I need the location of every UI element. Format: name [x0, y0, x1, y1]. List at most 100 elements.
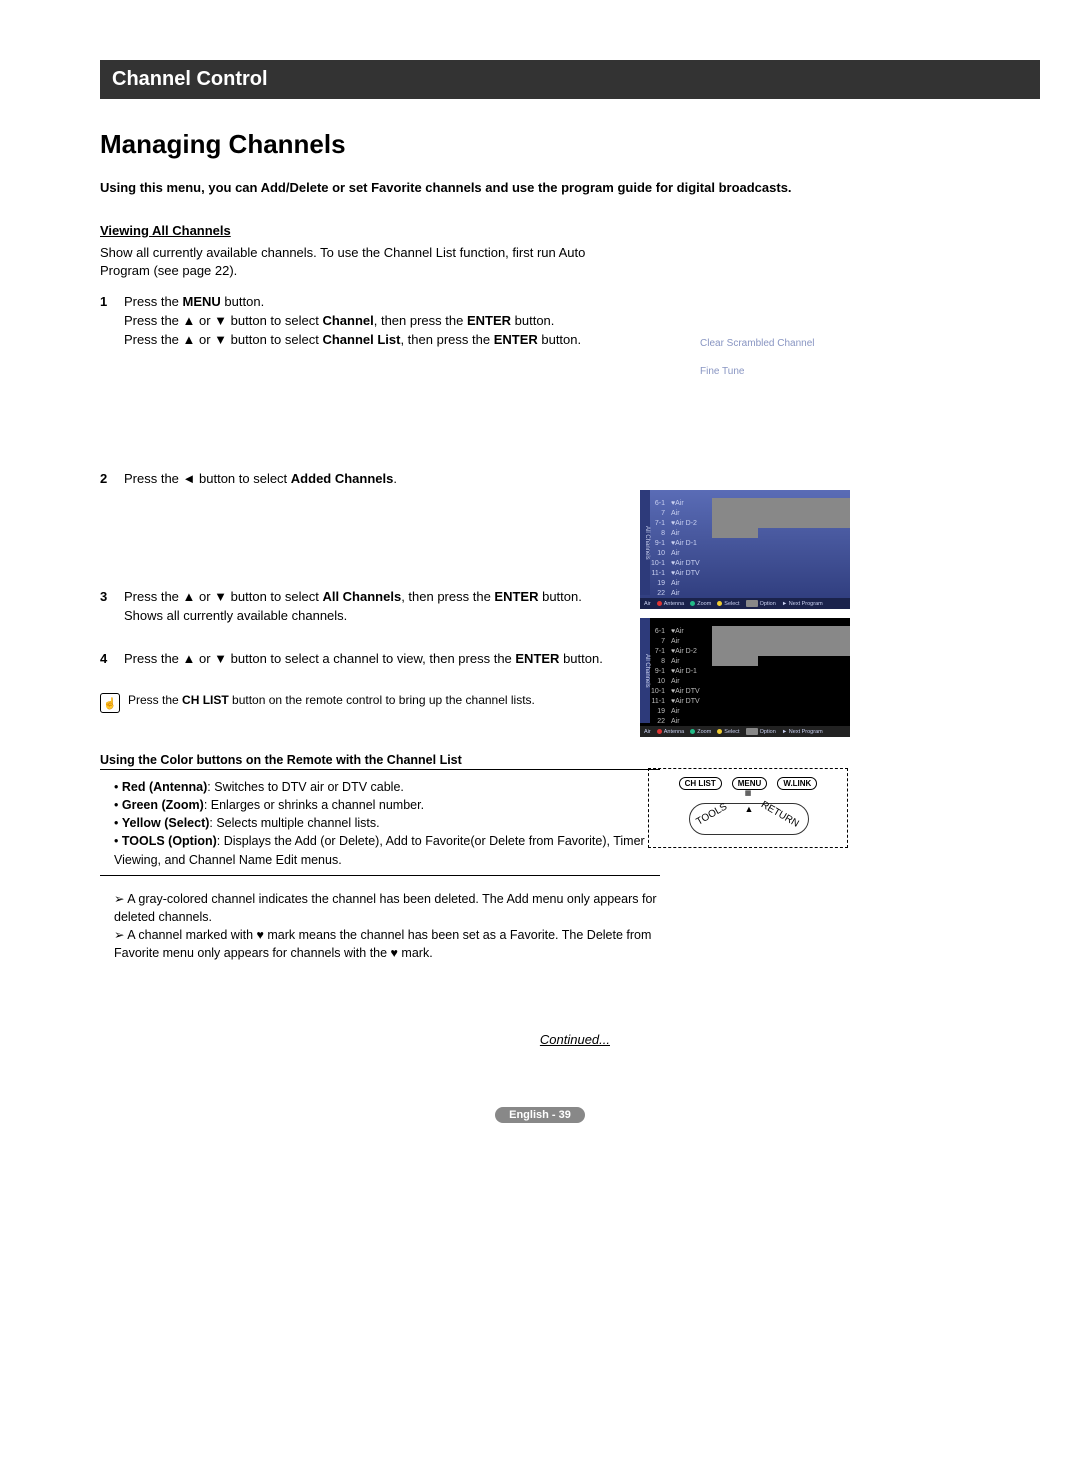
color-heading: Using the Color buttons on the Remote wi… [100, 753, 660, 767]
thumb [712, 528, 758, 538]
t: ENTER [467, 313, 511, 328]
thumb [758, 518, 804, 528]
t: Option [760, 601, 776, 607]
t: All Channels [322, 589, 401, 604]
menu-preview: Clear Scrambled Channel Fine Tune [700, 330, 815, 386]
thumb [712, 646, 758, 656]
ch-name: Air [668, 636, 712, 646]
list-item: TOOLS (Option): Displays the Add (or Del… [114, 832, 660, 868]
tv-screenshot-added: All Channels 6-1♥Air 7Air 7-1♥Air D-2 8A… [640, 490, 850, 609]
divider [100, 769, 660, 770]
divider [100, 875, 660, 876]
page-footer: English - 39 [40, 1107, 1040, 1123]
tv-footer: Air Antenna Zoom Select Option ► Next Pr… [640, 726, 850, 737]
t: button on the remote control to bring up… [229, 693, 535, 707]
list-item: A channel marked with ♥ mark means the c… [114, 926, 660, 962]
thumb [758, 498, 804, 508]
list-item: A gray-colored channel indicates the cha… [114, 890, 660, 926]
ch-name: Air [668, 528, 712, 538]
thumb [712, 656, 758, 666]
hand-icon: ☝ [100, 693, 120, 713]
t: Select [724, 729, 739, 735]
step-body: Press the ◄ button to select Added Chann… [124, 470, 620, 489]
t: Option [760, 729, 776, 735]
tv-screenshot-all: All Channels 6-1♥Air 7Air 7-1♥Air D-2 8A… [640, 618, 850, 737]
t: , then press the [401, 589, 494, 604]
t: Zoom [697, 601, 711, 607]
t: button. [538, 332, 581, 347]
thumb [758, 646, 804, 656]
ch-name: Air [668, 676, 712, 686]
t: Shows all currently available channels. [124, 608, 347, 623]
t: Channel [322, 313, 373, 328]
ch-name: Air [668, 656, 712, 666]
tip-text: Press the CH LIST button on the remote c… [128, 693, 535, 707]
thumb [712, 636, 758, 646]
thumb [804, 518, 850, 528]
t: Red (Antenna) [122, 780, 207, 794]
t: . [393, 471, 397, 486]
t: , then press the [400, 332, 493, 347]
t: button. [221, 294, 264, 309]
continued-text: Continued... [40, 1032, 610, 1047]
menu-item: Fine Tune [700, 358, 815, 386]
t: Air [644, 601, 651, 607]
tv-sidebar: All Channels [640, 618, 650, 723]
step-3: 3 Press the ▲ or ▼ button to select All … [100, 588, 620, 626]
t: ENTER [515, 651, 559, 666]
ch-name: ♥Air D-1 [668, 538, 712, 548]
t: Antenna [664, 729, 685, 735]
step-body: Press the ▲ or ▼ button to select All Ch… [124, 588, 620, 626]
t: Press the ▲ or ▼ button to select [124, 332, 322, 347]
thumb [804, 646, 850, 656]
t: Press the [124, 294, 183, 309]
ch-name: Air [668, 706, 712, 716]
menu-item: Clear Scrambled Channel [700, 330, 815, 358]
page-number: English - 39 [495, 1107, 585, 1123]
t: ENTER [494, 332, 538, 347]
step-2: 2 Press the ◄ button to select Added Cha… [100, 470, 620, 489]
t: Press the [128, 693, 182, 707]
ch-name: ♥Air D-2 [668, 518, 712, 528]
ch-name: Air [668, 508, 712, 518]
step-number: 1 [100, 293, 124, 350]
t: button. [538, 589, 581, 604]
thumb [758, 508, 804, 518]
thumb [712, 518, 758, 528]
t: button. [511, 313, 554, 328]
red-dot-icon [657, 601, 662, 606]
ch-name: Air [668, 716, 712, 726]
t: : Switches to DTV air or DTV cable. [207, 780, 404, 794]
page-title: Managing Channels [100, 129, 1040, 160]
viewing-heading: Viewing All Channels [100, 223, 620, 238]
t: Antenna [664, 601, 685, 607]
thumb [804, 626, 850, 636]
tv-sidebar: All Channels [640, 490, 650, 595]
list-item: Red (Antenna): Switches to DTV air or DT… [114, 778, 660, 796]
thumb [804, 498, 850, 508]
tools-icon [746, 728, 758, 735]
t: , then press the [374, 313, 467, 328]
step-number: 2 [100, 470, 124, 489]
step-number: 4 [100, 650, 124, 669]
remote-chlist-button: CH LIST [679, 777, 722, 790]
list-item: Green (Zoom): Enlarges or shrinks a chan… [114, 796, 660, 814]
t: Air [644, 729, 651, 735]
channel-table: 6-1♥Air 7Air 7-1♥Air D-2 8Air 9-1♥Air D-… [640, 498, 850, 598]
tv-footer: Air Antenna Zoom Select Option ► Next Pr… [640, 598, 850, 609]
ch-name: Air [668, 588, 712, 598]
viewing-body: Show all currently available channels. T… [100, 244, 620, 279]
yellow-dot-icon [717, 729, 722, 734]
color-bullets: Red (Antenna): Switches to DTV air or DT… [100, 778, 660, 869]
step-number: 3 [100, 588, 124, 626]
ch-name: ♥Air D-1 [668, 666, 712, 676]
t: Press the ▲ or ▼ button to select a chan… [124, 651, 515, 666]
t: ENTER [494, 589, 538, 604]
green-dot-icon [690, 601, 695, 606]
ch-name: Air [668, 578, 712, 588]
tip-row: ☝ Press the CH LIST button on the remote… [100, 693, 660, 713]
t: Green (Zoom) [122, 798, 204, 812]
thumb [758, 636, 804, 646]
t: ► Next Program [782, 601, 823, 607]
ch-name: ♥Air DTV [668, 568, 712, 578]
